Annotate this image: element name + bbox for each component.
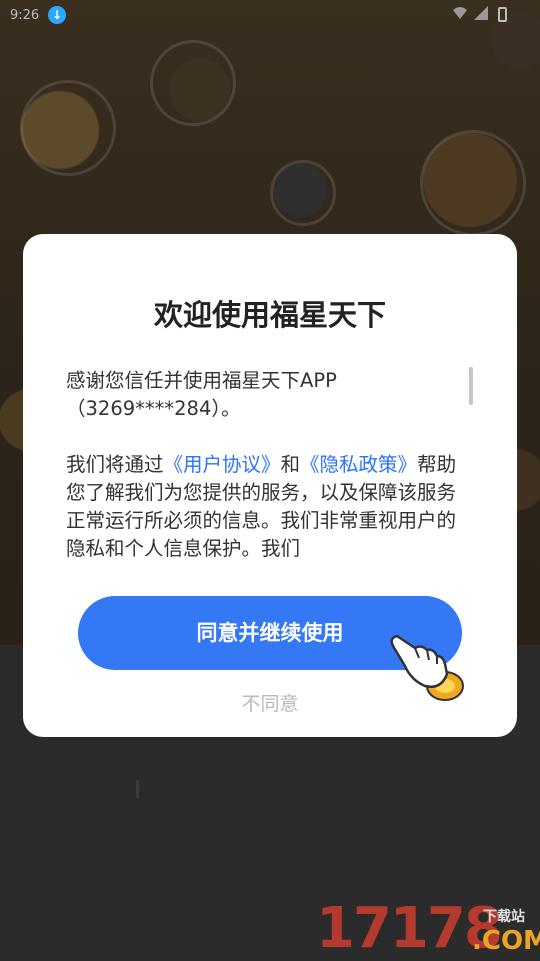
privacy-policy-link[interactable]: 《隐私政策》	[300, 453, 417, 476]
dialog-scroll-content[interactable]: 感谢您信任并使用福星天下APP（3269****284）。 我们将通过《用户协议…	[66, 367, 461, 563]
wifi-icon	[453, 7, 467, 19]
user-agreement-link[interactable]: 《用户协议》	[164, 453, 281, 476]
signal-icon	[474, 6, 488, 20]
disagree-button[interactable]: 不同意	[23, 689, 517, 716]
welcome-paragraph: 感谢您信任并使用福星天下APP（3269****284）。	[66, 369, 337, 420]
download-icon: ↓	[48, 6, 66, 24]
status-time: 9:26	[10, 8, 40, 23]
background-doodle	[150, 40, 236, 126]
watermark-suffix: .COM	[472, 926, 540, 956]
status-bar: 9:26 ↓	[0, 0, 540, 30]
agreement-paragraph: 我们将通过《用户协议》和《隐私政策》帮助您了解我们为您提供的服务，以及保障该服务…	[66, 451, 461, 563]
watermark-label: 下载站	[483, 909, 525, 925]
agreement-text-middle: 和	[280, 453, 301, 476]
privacy-dialog: 欢迎使用福星天下 感谢您信任并使用福星天下APP（3269****284）。 我…	[23, 234, 517, 737]
background-doodle	[20, 80, 116, 176]
background-doodle	[420, 130, 526, 236]
watermark-logo: 17178 下载站 .COM	[316, 898, 540, 960]
agreement-text-before: 我们将通过	[66, 453, 164, 476]
scrollbar[interactable]	[469, 367, 473, 405]
dialog-title: 欢迎使用福星天下	[153, 298, 386, 332]
background-cursor-mark	[136, 780, 139, 798]
battery-icon	[498, 7, 507, 22]
background-doodle	[270, 160, 336, 226]
